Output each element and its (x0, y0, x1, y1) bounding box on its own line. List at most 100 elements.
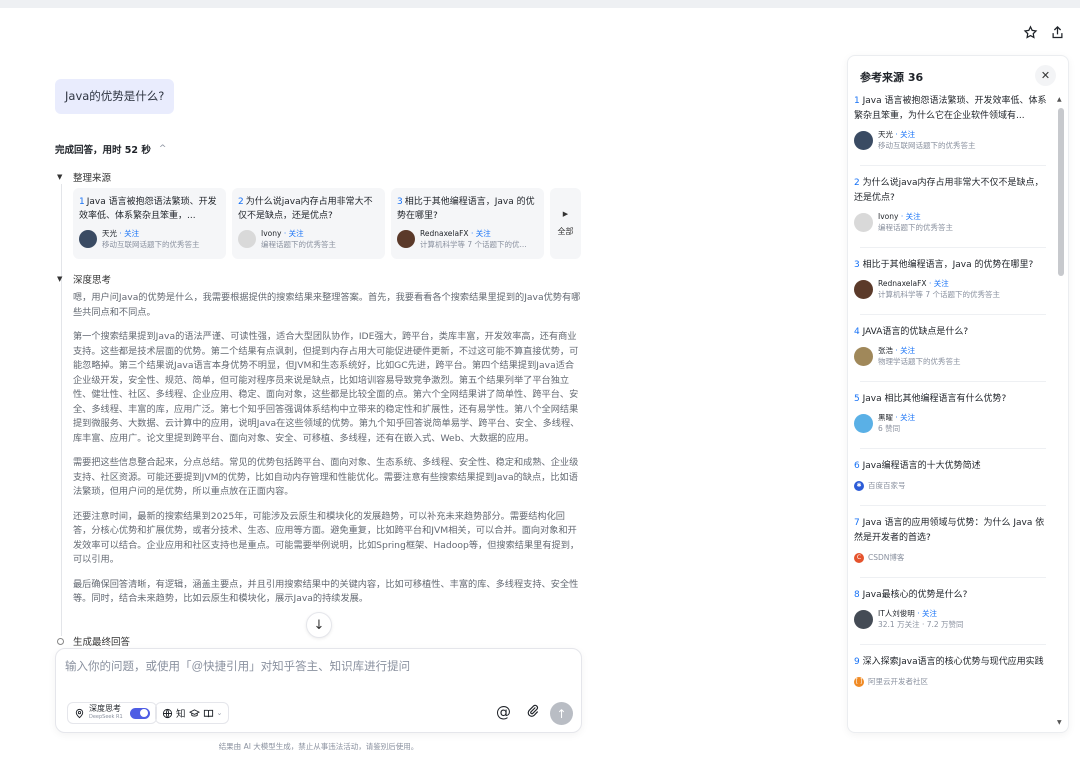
follow-link[interactable]: · 关注 (895, 130, 915, 139)
star-icon[interactable] (1019, 21, 1041, 43)
thinking-paragraph: 第一个搜索结果提到Java的语法严谨、可读性强，适合大型团队协作，IDE强大，跨… (73, 331, 580, 444)
reference-num: 4 (854, 327, 860, 337)
follow-link[interactable]: · 关注 (895, 346, 915, 355)
source-name: 阿里云开发者社区 (868, 677, 928, 686)
author-desc: 6 赞同 (878, 424, 901, 433)
avatar (854, 212, 873, 232)
author-name: IT人刘俊明 (878, 609, 915, 618)
thinking-paragraph: 需要把这些信息整合起来，分点总结。常见的优势包括跨平台、面向对象、生态系统、多线… (73, 457, 579, 497)
graduation-cap-icon (188, 708, 200, 716)
source-card-title-text: 为什么说java内存占用非常大不仅不是缺点，还是优点? (238, 197, 373, 221)
share-icon[interactable] (1046, 21, 1068, 43)
reference-item[interactable]: 8 Java最核心的优势是什么? IT人刘俊明 · 关注 32.1 万关注 · … (848, 578, 1058, 645)
source-card-meta: RednaxelaFX · 关注 计算机科学等 7 个话题下的优... (397, 228, 538, 250)
user-question-bubble: Java的优势是什么? (55, 79, 175, 114)
chevron-up-icon[interactable]: ^ (159, 144, 167, 154)
follow-link[interactable]: · 关注 (471, 229, 491, 238)
reference-item[interactable]: 2 为什么说java内存占用非常大不仅不是缺点，还是优点? Ivony · 关注… (848, 166, 1058, 248)
sources-section-header[interactable]: ▼ 整理来源 (57, 170, 111, 184)
reference-title: 5 Java 相比其他编程语言有什么优势? (854, 392, 1052, 407)
search-scope-selector[interactable]: 知 ⌄ (155, 702, 230, 724)
follow-link[interactable]: · 关注 (895, 413, 915, 422)
caret-down-icon: ▼ (57, 173, 63, 181)
caret-down-icon: ▼ (57, 275, 63, 283)
follow-link[interactable]: · 关注 (917, 609, 937, 618)
mention-icon[interactable]: @ (496, 703, 511, 721)
author-desc: 移动互联网话题下的优秀答主 (878, 141, 976, 150)
reference-title-text: Java 语言的应用领域与优势：为什么 Java 依然是开发者的首选? (854, 518, 1045, 543)
final-answer-label: 生成最终回答 (73, 637, 131, 648)
top-bar (0, 0, 1080, 8)
reference-title-text: Java 相比其他编程语言有什么优势? (862, 394, 1007, 404)
attachment-icon[interactable] (526, 703, 540, 723)
reference-title: 7 Java 语言的应用领域与优势：为什么 Java 依然是开发者的首选? (854, 516, 1052, 546)
reference-title-text: 深入探索Java语言的核心优势与现代应用实践 (862, 657, 1044, 667)
reference-title: 9 深入探索Java语言的核心优势与现代应用实践 (854, 655, 1052, 670)
reference-list: 1 Java 语言被抱怨语法繁琐、开发效率低、体系繁杂且笨重，为什么它在企业软件… (848, 90, 1058, 687)
reference-item[interactable]: 4 JAVA语言的优缺点是什么? 张浩 · 关注 物理学话题下的优秀答主 (848, 315, 1058, 382)
final-answer-section-header[interactable]: 生成最终回答 (57, 634, 130, 648)
follow-link[interactable]: · 关注 (119, 229, 139, 238)
author-name: RednaxelaFX (420, 229, 469, 238)
reference-source: C CSDN博客 (854, 552, 1052, 563)
reference-num: 9 (854, 657, 860, 667)
reference-num: 8 (854, 590, 860, 600)
author-name: 张浩 (878, 346, 893, 355)
reference-title-text: JAVA语言的优缺点是什么? (862, 327, 969, 337)
chevron-down-icon: ⌄ (216, 709, 223, 717)
scroll-down-button[interactable]: ↓ (306, 612, 332, 638)
reference-num: 6 (854, 461, 860, 471)
follow-link[interactable]: · 关注 (929, 279, 949, 288)
reference-title-text: Java最核心的优势是什么? (862, 590, 968, 600)
disclaimer: 结果由 AI 大模型生成，禁止从事违法活动，请鉴别后使用。 (218, 742, 419, 751)
author-name: 黑曜 (878, 413, 893, 422)
reference-source: ✱ 百度百家号 (854, 480, 1052, 491)
follow-link[interactable]: · 关注 (901, 212, 921, 221)
send-button[interactable]: ↑ (550, 702, 573, 725)
reference-author: 黑曜 · 关注 6 赞同 (878, 412, 915, 434)
toggle-switch[interactable] (129, 707, 150, 719)
avatar (854, 346, 873, 366)
thinking-section-header[interactable]: ▼ 深度思考 (57, 272, 111, 286)
reference-meta: RednaxelaFX · 关注 计算机科学等 7 个话题下的优秀答主 (854, 278, 1052, 300)
source-card-title-text: 相比于其他编程语言，Java 的优势在哪里? (397, 197, 535, 221)
reference-item[interactable]: 3 相比于其他编程语言，Java 的优势在哪里? RednaxelaFX · 关… (848, 248, 1058, 315)
scroll-down-arrow[interactable]: ▼ (1057, 719, 1062, 726)
reference-item[interactable]: 9 深入探索Java语言的核心优势与现代应用实践 [ ] 阿里云开发者社区 (848, 645, 1058, 687)
composer: 深度思考 DeepSeek R1 知 ⌄ @ ↑ (55, 648, 582, 733)
reference-item[interactable]: 6 Java编程语言的十大优势简述 ✱ 百度百家号 (848, 449, 1058, 506)
close-icon[interactable]: ✕ (1035, 65, 1056, 86)
scroll-up-arrow[interactable]: ▲ (1057, 96, 1062, 103)
source-card[interactable]: 2 为什么说java内存占用非常大不仅不是缺点，还是优点? Ivony · 关注 … (232, 188, 385, 259)
all-sources-button[interactable]: ▶ 全部 (550, 188, 581, 259)
avatar (238, 230, 256, 248)
reference-item[interactable]: 1 Java 语言被抱怨语法繁琐、开发效率低、体系繁杂且笨重，为什么它在企业软件… (848, 90, 1058, 166)
source-card[interactable]: 3 相比于其他编程语言，Java 的优势在哪里? RednaxelaFX · 关注… (391, 188, 544, 259)
author-name: 天光 (878, 130, 893, 139)
author-desc: 移动互联网话题下的优秀答主 (102, 240, 200, 249)
follow-link[interactable]: · 关注 (284, 229, 304, 238)
panel-title: 参考来源 36 (860, 71, 924, 84)
deep-think-toggle[interactable]: 深度思考 DeepSeek R1 (67, 702, 157, 724)
avatar (79, 230, 97, 248)
reference-title: 8 Java最核心的优势是什么? (854, 588, 1052, 603)
reference-meta: IT人刘俊明 · 关注 32.1 万关注 · 7.2 万赞同 (854, 608, 1052, 630)
csdn-icon: C (854, 552, 864, 563)
avatar (854, 279, 873, 299)
panel-scrollbar[interactable] (1058, 108, 1064, 276)
reference-num: 1 (854, 96, 860, 106)
reference-item[interactable]: 7 Java 语言的应用领域与优势：为什么 Java 依然是开发者的首选? C … (848, 506, 1058, 578)
reference-meta: 天光 · 关注 移动互联网话题下的优秀答主 (854, 129, 1052, 151)
question-input[interactable] (65, 658, 565, 680)
reference-item[interactable]: 5 Java 相比其他编程语言有什么优势? 黑曜 · 关注 6 赞同 (848, 382, 1058, 449)
reference-title: 3 相比于其他编程语言，Java 的优势在哪里? (854, 258, 1052, 273)
source-card[interactable]: 1 Java 语言被抱怨语法繁琐、开发效率低、体系繁杂且笨重，... 天光 · 关… (73, 188, 226, 259)
answer-status[interactable]: 完成回答，用时 52 秒 ^ (55, 142, 166, 156)
globe-icon (162, 708, 173, 718)
reference-num: 3 (854, 260, 860, 270)
progress-circle-icon (57, 637, 64, 645)
source-cards: 1 Java 语言被抱怨语法繁琐、开发效率低、体系繁杂且笨重，... 天光 · 关… (73, 188, 581, 259)
thinking-paragraph: 嗯，用户问Java的优势是什么，我需要根据提供的搜索结果来整理答案。首先，我要看… (73, 292, 581, 318)
thinking-paragraph: 还要注意时间，最新的搜索结果到2025年，可能涉及云原生和模块化的发展趋势，可以… (73, 510, 580, 566)
source-card-title: 3 相比于其他编程语言，Java 的优势在哪里? (397, 195, 538, 223)
